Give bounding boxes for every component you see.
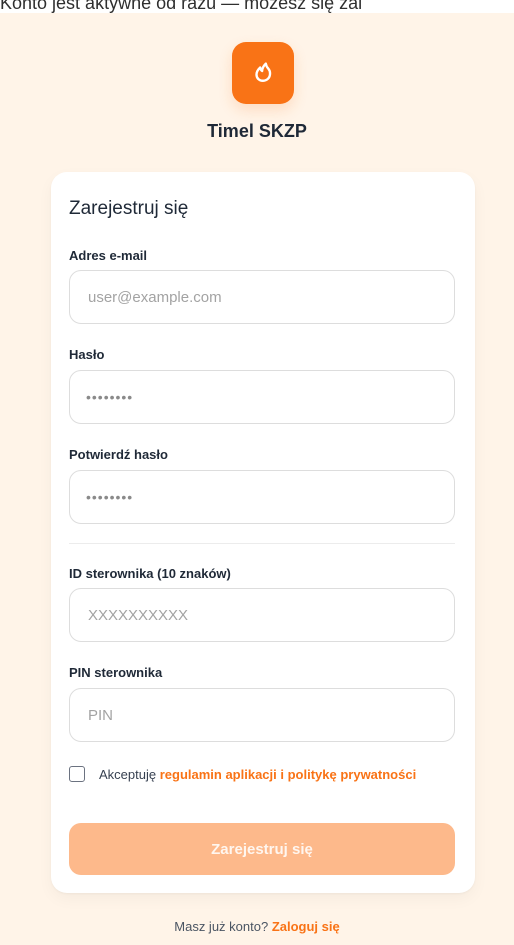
section-divider <box>69 543 455 544</box>
email-input[interactable] <box>86 287 438 307</box>
login-prompt: Masz już konto? Zaloguj się <box>0 919 514 934</box>
controller-id-label: ID sterownika (10 znaków) <box>69 566 231 581</box>
controller-pin-input[interactable] <box>86 705 438 725</box>
password-label: Hasło <box>69 347 105 362</box>
controller-id-input[interactable] <box>86 605 438 625</box>
app-title: Timel SKZP <box>207 121 307 141</box>
register-heading: Zarejestruj się <box>69 198 189 219</box>
consent-row: Akceptuję regulamin aplikacji i politykę… <box>69 764 455 786</box>
email-label: Adres e-mail <box>69 248 148 263</box>
confirm-password-label: Potwierdź hasło <box>69 447 168 462</box>
consent-checkbox[interactable] <box>69 766 85 782</box>
controller-id-field[interactable] <box>69 588 455 642</box>
consent-text: Akceptuję regulamin aplikacji i politykę… <box>99 764 439 786</box>
register-button[interactable]: Zarejestruj się <box>69 823 455 875</box>
password-field[interactable]: •••••••• <box>69 370 455 424</box>
confirm-password-field[interactable]: •••••••• <box>69 470 455 524</box>
login-link[interactable]: Zaloguj się <box>272 919 340 934</box>
login-question: Masz już konto? <box>174 919 269 934</box>
email-field[interactable] <box>69 270 455 324</box>
top-info-text: Konto jest aktywne od razu — możesz się … <box>0 0 363 13</box>
password-value: •••••••• <box>86 389 134 405</box>
terms-link[interactable]: regulamin aplikacji i politykę prywatnoś… <box>160 767 416 782</box>
confirm-password-value: •••••••• <box>86 489 134 505</box>
registration-card: Zarejestruj się Adres e-mail Hasło •••••… <box>51 172 475 893</box>
app-logo <box>232 42 294 104</box>
controller-pin-label: PIN sterownika <box>69 665 163 680</box>
controller-pin-field[interactable] <box>69 688 455 742</box>
flame-icon <box>250 58 276 89</box>
consent-prefix: Akceptuję <box>99 767 157 782</box>
